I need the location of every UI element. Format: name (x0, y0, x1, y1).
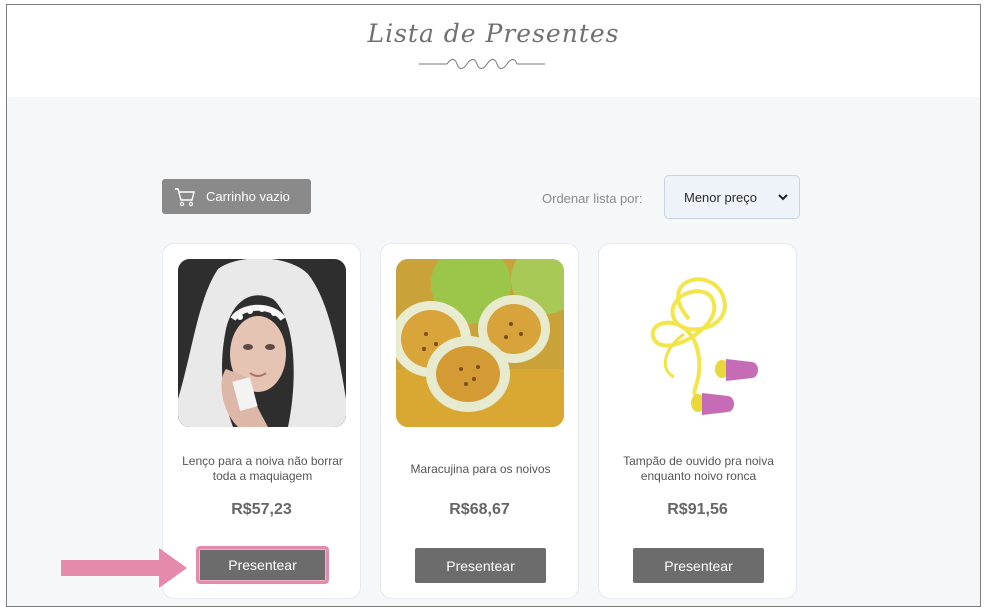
sort-select[interactable]: Menor preço (664, 175, 800, 219)
present-button[interactable]: Presentear (415, 548, 546, 583)
product-name: Lenço para a noiva não borrar toda a maq… (182, 454, 343, 483)
chevron-down-icon (778, 194, 788, 201)
product-image-bride (178, 259, 346, 427)
logo-title: Lista de Presentes (367, 19, 620, 48)
sort-selected-value: Menor preço (684, 189, 757, 205)
product-price: R$68,67 (449, 501, 510, 518)
product-card: Maracujina para os noivos R$68,67 Presen… (380, 243, 579, 599)
product-price: R$91,56 (667, 501, 728, 518)
product-card: Lenço para a noiva não borrar toda a maq… (162, 243, 361, 599)
product-image-earplugs (614, 259, 782, 427)
cart-button[interactable]: Carrinho vazio (162, 179, 311, 214)
product-card: Tampão de ouvido pra noiva enquanto noiv… (598, 243, 797, 599)
site-header: Lista de Presentes (7, 5, 980, 97)
product-name: Tampão de ouvido pra noiva enquanto noiv… (623, 454, 774, 483)
present-button[interactable]: Presentear (196, 546, 329, 584)
page-frame: Lista de Presentes Carrinho vazio Ordena… (6, 4, 981, 607)
present-button[interactable]: Presentear (633, 548, 764, 583)
sort-label: Ordenar lista por: (542, 191, 643, 206)
cart-label: Carrinho vazio (206, 189, 290, 204)
product-image-passion-fruit (396, 259, 564, 427)
cart-icon (175, 187, 195, 206)
pointer-arrow-icon (61, 548, 187, 588)
product-name: Maracujina para os noivos (410, 461, 551, 476)
ornament-swirl-icon (419, 59, 545, 69)
product-price: R$57,23 (231, 501, 292, 518)
